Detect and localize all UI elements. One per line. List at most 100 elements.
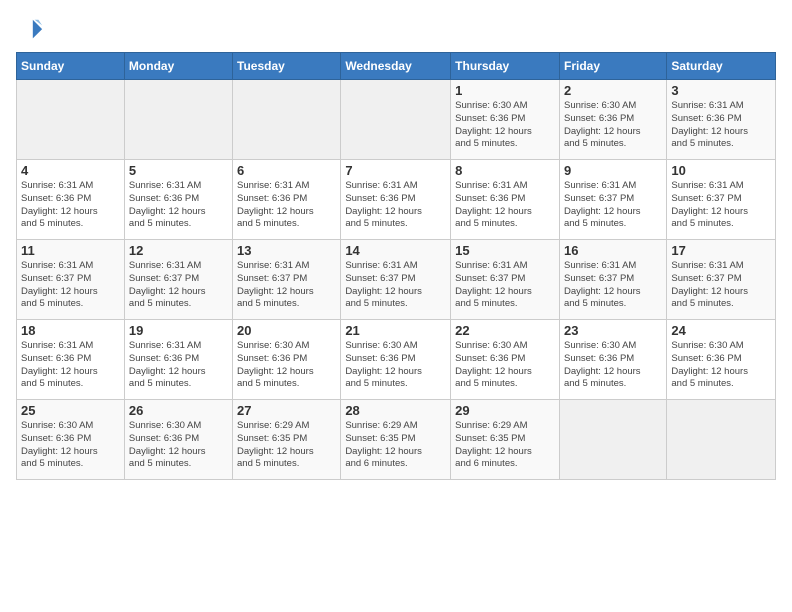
calendar-cell: 24 Sunrise: 6:30 AMSunset: 6:36 PMDayligh… [667, 320, 776, 400]
calendar-cell: 25 Sunrise: 6:30 AMSunset: 6:36 PMDayligh… [17, 400, 125, 480]
day-info: Sunrise: 6:31 AMSunset: 6:37 PMDaylight:… [564, 260, 662, 311]
day-number: 19 [129, 323, 228, 338]
day-number: 2 [564, 83, 662, 98]
day-info: Sunrise: 6:30 AMSunset: 6:36 PMDaylight:… [455, 340, 555, 391]
logo [16, 16, 48, 44]
calendar-week-row: 11 Sunrise: 6:31 AMSunset: 6:37 PMDayligh… [17, 240, 776, 320]
day-number: 15 [455, 243, 555, 258]
header-day: Tuesday [233, 53, 341, 80]
calendar-cell: 9 Sunrise: 6:31 AMSunset: 6:37 PMDaylight… [559, 160, 666, 240]
day-number: 23 [564, 323, 662, 338]
calendar-cell: 18 Sunrise: 6:31 AMSunset: 6:36 PMDayligh… [17, 320, 125, 400]
day-info: Sunrise: 6:29 AMSunset: 6:35 PMDaylight:… [237, 420, 336, 471]
day-info: Sunrise: 6:31 AMSunset: 6:36 PMDaylight:… [237, 180, 336, 231]
day-number: 25 [21, 403, 120, 418]
calendar-cell: 10 Sunrise: 6:31 AMSunset: 6:37 PMDayligh… [667, 160, 776, 240]
day-info: Sunrise: 6:31 AMSunset: 6:36 PMDaylight:… [129, 180, 228, 231]
day-info: Sunrise: 6:31 AMSunset: 6:36 PMDaylight:… [21, 340, 120, 391]
calendar-cell [17, 80, 125, 160]
logo-icon [16, 16, 44, 44]
day-number: 21 [345, 323, 446, 338]
day-number: 6 [237, 163, 336, 178]
calendar-cell: 26 Sunrise: 6:30 AMSunset: 6:36 PMDayligh… [124, 400, 232, 480]
calendar-cell: 4 Sunrise: 6:31 AMSunset: 6:36 PMDaylight… [17, 160, 125, 240]
day-number: 27 [237, 403, 336, 418]
day-number: 13 [237, 243, 336, 258]
day-number: 22 [455, 323, 555, 338]
day-info: Sunrise: 6:30 AMSunset: 6:36 PMDaylight:… [237, 340, 336, 391]
day-info: Sunrise: 6:30 AMSunset: 6:36 PMDaylight:… [455, 100, 555, 151]
header-day: Friday [559, 53, 666, 80]
calendar-cell: 12Sunrise: 6:31 AMSunset: 6:37 PMDayligh… [124, 240, 232, 320]
day-number: 18 [21, 323, 120, 338]
day-info: Sunrise: 6:31 AMSunset: 6:37 PMDaylight:… [345, 260, 446, 311]
calendar-cell [559, 400, 666, 480]
day-info: Sunrise: 6:29 AMSunset: 6:35 PMDaylight:… [455, 420, 555, 471]
day-number: 16 [564, 243, 662, 258]
day-info: Sunrise: 6:31 AMSunset: 6:37 PMDaylight:… [21, 260, 120, 311]
calendar-cell: 11 Sunrise: 6:31 AMSunset: 6:37 PMDayligh… [17, 240, 125, 320]
calendar-cell: 20 Sunrise: 6:30 AMSunset: 6:36 PMDayligh… [233, 320, 341, 400]
header-day: Thursday [451, 53, 560, 80]
calendar-body: 1 Sunrise: 6:30 AMSunset: 6:36 PMDaylight… [17, 80, 776, 480]
day-info: Sunrise: 6:30 AMSunset: 6:36 PMDaylight:… [564, 340, 662, 391]
calendar-cell: 3Sunrise: 6:31 AMSunset: 6:36 PMDaylight… [667, 80, 776, 160]
day-number: 7 [345, 163, 446, 178]
calendar-cell: 15 Sunrise: 6:31 AMSunset: 6:37 PMDayligh… [451, 240, 560, 320]
day-info: Sunrise: 6:31 AMSunset: 6:37 PMDaylight:… [455, 260, 555, 311]
day-number: 8 [455, 163, 555, 178]
calendar-cell: 1 Sunrise: 6:30 AMSunset: 6:36 PMDaylight… [451, 80, 560, 160]
header-day: Saturday [667, 53, 776, 80]
day-info: Sunrise: 6:31 AMSunset: 6:37 PMDaylight:… [671, 260, 771, 311]
calendar-week-row: 18 Sunrise: 6:31 AMSunset: 6:36 PMDayligh… [17, 320, 776, 400]
day-info: Sunrise: 6:31 AMSunset: 6:37 PMDaylight:… [237, 260, 336, 311]
calendar-cell: 23 Sunrise: 6:30 AMSunset: 6:36 PMDayligh… [559, 320, 666, 400]
day-number: 24 [671, 323, 771, 338]
calendar-cell: 13 Sunrise: 6:31 AMSunset: 6:37 PMDayligh… [233, 240, 341, 320]
calendar-cell [124, 80, 232, 160]
calendar-cell: 21 Sunrise: 6:30 AMSunset: 6:36 PMDayligh… [341, 320, 451, 400]
day-info: Sunrise: 6:31 AMSunset: 6:36 PMDaylight:… [21, 180, 120, 231]
calendar-cell: 28Sunrise: 6:29 AMSunset: 6:35 PMDayligh… [341, 400, 451, 480]
calendar-cell: 22 Sunrise: 6:30 AMSunset: 6:36 PMDayligh… [451, 320, 560, 400]
calendar-week-row: 4 Sunrise: 6:31 AMSunset: 6:36 PMDaylight… [17, 160, 776, 240]
header-row: SundayMondayTuesdayWednesdayThursdayFrid… [17, 53, 776, 80]
day-info: Sunrise: 6:30 AMSunset: 6:36 PMDaylight:… [21, 420, 120, 471]
day-info: Sunrise: 6:31 AMSunset: 6:36 PMDaylight:… [129, 340, 228, 391]
calendar-header: SundayMondayTuesdayWednesdayThursdayFrid… [17, 53, 776, 80]
day-number: 26 [129, 403, 228, 418]
calendar-cell: 5 Sunrise: 6:31 AMSunset: 6:36 PMDaylight… [124, 160, 232, 240]
day-number: 5 [129, 163, 228, 178]
day-number: 17 [671, 243, 771, 258]
calendar-table: SundayMondayTuesdayWednesdayThursdayFrid… [16, 52, 776, 480]
day-number: 11 [21, 243, 120, 258]
calendar-cell: 14 Sunrise: 6:31 AMSunset: 6:37 PMDayligh… [341, 240, 451, 320]
day-number: 20 [237, 323, 336, 338]
header-day: Wednesday [341, 53, 451, 80]
day-info: Sunrise: 6:31 AMSunset: 6:37 PMDaylight:… [564, 180, 662, 231]
day-number: 9 [564, 163, 662, 178]
day-info: Sunrise: 6:30 AMSunset: 6:36 PMDaylight:… [671, 340, 771, 391]
day-number: 10 [671, 163, 771, 178]
calendar-cell [341, 80, 451, 160]
calendar-cell: 16 Sunrise: 6:31 AMSunset: 6:37 PMDayligh… [559, 240, 666, 320]
day-number: 4 [21, 163, 120, 178]
day-info: Sunrise: 6:31 AMSunset: 6:37 PMDaylight:… [671, 180, 771, 231]
calendar-cell: 17 Sunrise: 6:31 AMSunset: 6:37 PMDayligh… [667, 240, 776, 320]
calendar-week-row: 25 Sunrise: 6:30 AMSunset: 6:36 PMDayligh… [17, 400, 776, 480]
day-number: 1 [455, 83, 555, 98]
day-number: 14 [345, 243, 446, 258]
day-info: Sunrise: 6:30 AMSunset: 6:36 PMDaylight:… [345, 340, 446, 391]
day-info: Sunrise: 6:31 AMSunset: 6:36 PMDaylight:… [455, 180, 555, 231]
calendar-cell: 19 Sunrise: 6:31 AMSunset: 6:36 PMDayligh… [124, 320, 232, 400]
calendar-cell: 8 Sunrise: 6:31 AMSunset: 6:36 PMDaylight… [451, 160, 560, 240]
calendar-cell: 27 Sunrise: 6:29 AMSunset: 6:35 PMDayligh… [233, 400, 341, 480]
calendar-cell: 6 Sunrise: 6:31 AMSunset: 6:36 PMDaylight… [233, 160, 341, 240]
calendar-week-row: 1 Sunrise: 6:30 AMSunset: 6:36 PMDaylight… [17, 80, 776, 160]
calendar-cell [667, 400, 776, 480]
day-info: Sunrise: 6:31 AMSunset: 6:36 PMDaylight:… [345, 180, 446, 231]
day-info: Sunrise: 6:30 AMSunset: 6:36 PMDaylight:… [129, 420, 228, 471]
calendar-cell: 7 Sunrise: 6:31 AMSunset: 6:36 PMDaylight… [341, 160, 451, 240]
day-info: Sunrise: 6:31 AMSunset: 6:37 PMDaylight:… [129, 260, 228, 311]
calendar-cell: 29Sunrise: 6:29 AMSunset: 6:35 PMDayligh… [451, 400, 560, 480]
